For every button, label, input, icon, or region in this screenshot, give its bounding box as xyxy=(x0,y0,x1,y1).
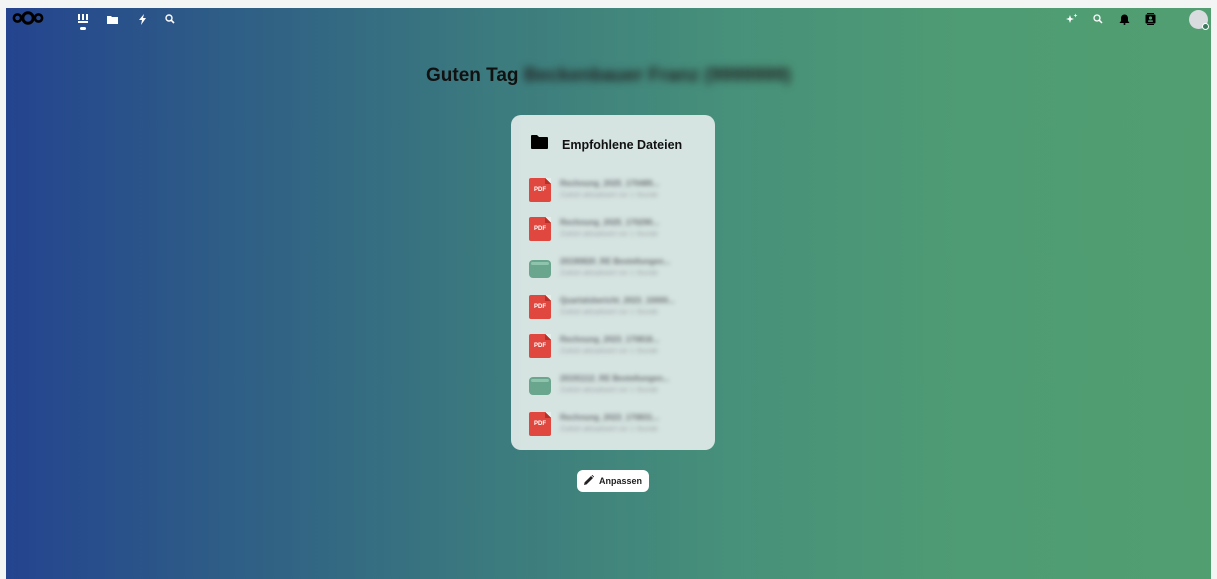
list-item[interactable]: PDF Rechnung_2023_170818... Zuletzt aktu… xyxy=(529,334,699,373)
greeting-prefix: Guten Tag xyxy=(426,65,524,86)
file-subtitle: Zuletzt aktualisiert vor 1 Stunde xyxy=(560,348,659,355)
list-item[interactable]: PDF Rechnung_2025_170489... Zuletzt aktu… xyxy=(529,178,699,217)
customize-button[interactable]: Anpassen xyxy=(577,470,649,492)
recommended-files-widget: Empfohlene Dateien PDF Rechnung_2025_170… xyxy=(511,115,715,450)
user-status-icon xyxy=(1202,23,1209,30)
file-subtitle: Zuletzt aktualisiert vor 1 Stunde xyxy=(560,309,659,316)
pdf-file-icon: PDF xyxy=(529,334,551,358)
file-subtitle: Zuletzt aktualisiert vor 1 Stunde xyxy=(560,426,659,433)
pdf-file-icon: PDF xyxy=(529,412,551,436)
file-name: 20191112_RE Bestellungen... xyxy=(560,374,670,383)
file-name: Quartalsbericht_2023_10000... xyxy=(560,296,675,305)
archive-file-icon xyxy=(529,377,551,395)
notifications-icon[interactable] xyxy=(1117,12,1131,26)
file-name: Rechnung_2025_170290... xyxy=(560,218,660,227)
list-item[interactable]: PDF Quartalsbericht_2023_10000... Zuletz… xyxy=(529,295,699,334)
customize-label: Anpassen xyxy=(598,476,642,486)
nextcloud-logo-icon[interactable] xyxy=(12,10,44,31)
widget-title: Empfohlene Dateien xyxy=(562,137,683,152)
dashboard-background: Guten Tag Beckenbauer Franz (9999999) Em… xyxy=(6,8,1211,579)
list-item[interactable]: PDF Rechnung_2025_170290... Zuletzt aktu… xyxy=(529,217,699,256)
file-name: Rechnung_2023_170831... xyxy=(560,413,660,422)
greeting-heading: Guten Tag Beckenbauer Franz (9999999) xyxy=(6,65,1211,87)
pdf-file-icon: PDF xyxy=(529,178,551,202)
file-list: PDF Rechnung_2025_170489... Zuletzt aktu… xyxy=(529,178,699,451)
file-name: 20190820_RE Bestellungen... xyxy=(560,257,671,266)
folder-icon xyxy=(531,135,548,154)
widget-header: Empfohlene Dateien xyxy=(531,135,682,154)
header-bar xyxy=(6,8,1211,32)
list-item[interactable]: 20190820_RE Bestellungen... Zuletzt aktu… xyxy=(529,256,699,295)
unified-search-icon[interactable] xyxy=(1091,12,1105,26)
file-name: Rechnung_2023_170818... xyxy=(560,335,660,344)
contacts-icon[interactable] xyxy=(1143,12,1157,26)
dashboard-icon[interactable] xyxy=(77,13,89,25)
pdf-file-icon: PDF xyxy=(529,295,551,319)
file-subtitle: Zuletzt aktualisiert vor 1 Stunde xyxy=(560,387,659,394)
archive-file-icon xyxy=(529,260,551,278)
search-icon[interactable] xyxy=(164,13,176,25)
greeting-user-name: Beckenbauer Franz (9999999) xyxy=(523,65,791,86)
pdf-file-icon: PDF xyxy=(529,217,551,241)
file-subtitle: Zuletzt aktualisiert vor 1 Stunde xyxy=(560,270,659,277)
activity-icon[interactable] xyxy=(136,13,148,25)
pencil-icon xyxy=(583,474,599,487)
file-subtitle: Zuletzt aktualisiert vor 1 Stunde xyxy=(560,231,659,238)
list-item[interactable]: 20191112_RE Bestellungen... Zuletzt aktu… xyxy=(529,373,699,412)
active-app-indicator xyxy=(80,27,86,30)
files-icon[interactable] xyxy=(106,13,118,25)
list-item[interactable]: PDF Rechnung_2023_170831... Zuletzt aktu… xyxy=(529,412,699,451)
file-subtitle: Zuletzt aktualisiert vor 1 Stunde xyxy=(560,192,659,199)
assistant-icon[interactable] xyxy=(1065,12,1079,26)
file-name: Rechnung_2025_170489... xyxy=(560,179,660,188)
